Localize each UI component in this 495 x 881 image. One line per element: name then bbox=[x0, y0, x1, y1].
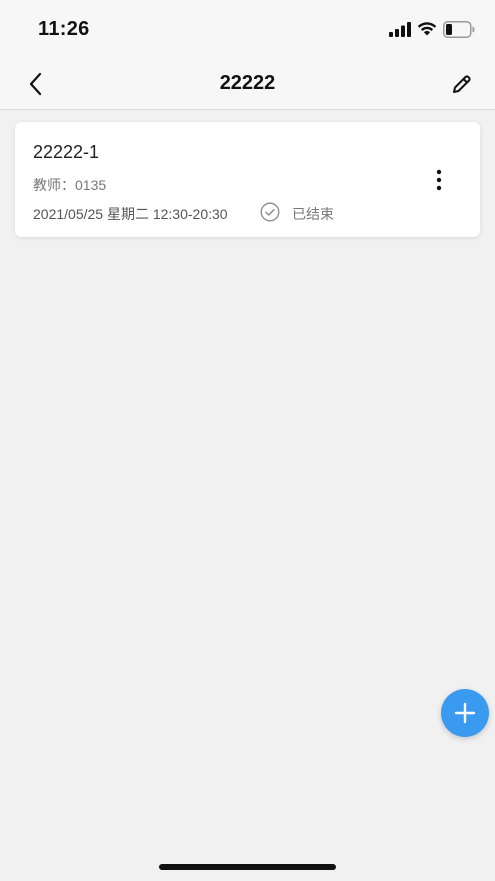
plus-icon bbox=[454, 702, 476, 724]
screen: 11:26 22222 22222-1 教师：0135 2021/05/25 星… bbox=[0, 0, 495, 881]
lesson-schedule: 2021/05/25 星期二 12:30-20:30 bbox=[33, 206, 228, 222]
lesson-card[interactable]: 22222-1 教师：0135 2021/05/25 星期二 12:30-20:… bbox=[15, 122, 480, 237]
lesson-status: 已结束 bbox=[292, 206, 334, 222]
cellular-signal-icon bbox=[389, 22, 411, 37]
more-vertical-icon[interactable] bbox=[431, 168, 447, 192]
page-title: 22222 bbox=[219, 72, 276, 94]
status-bar: 11:26 bbox=[0, 0, 495, 58]
check-circle-icon bbox=[260, 202, 280, 222]
add-lesson-button[interactable] bbox=[441, 689, 489, 737]
wifi-icon bbox=[417, 22, 437, 36]
nav-bar: 22222 bbox=[0, 58, 495, 110]
pencil-icon[interactable] bbox=[450, 72, 474, 96]
lesson-title: 22222-1 bbox=[33, 142, 100, 162]
lesson-teacher: 教师：0135 bbox=[33, 177, 107, 193]
home-indicator[interactable] bbox=[159, 864, 336, 870]
status-time: 11:26 bbox=[38, 18, 90, 40]
battery-icon bbox=[443, 21, 475, 38]
